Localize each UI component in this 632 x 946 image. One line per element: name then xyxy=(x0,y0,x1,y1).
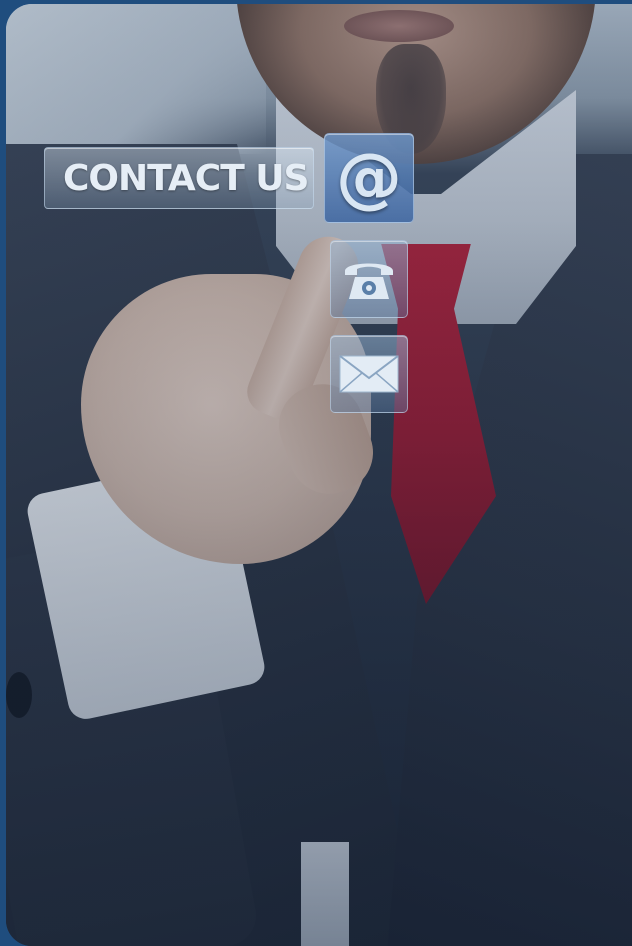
email-button[interactable]: @ xyxy=(324,133,414,223)
photo-frame xyxy=(6,4,632,946)
color-tint-overlay xyxy=(6,4,632,946)
contact-us-label[interactable]: CONTACT US xyxy=(44,147,314,209)
mail-button[interactable] xyxy=(330,335,408,413)
at-sign-icon: @ xyxy=(336,139,402,216)
telephone-icon xyxy=(345,263,393,299)
contact-us-text: CONTACT US xyxy=(63,157,309,199)
phone-button[interactable] xyxy=(330,240,408,318)
envelope-icon xyxy=(339,355,399,393)
